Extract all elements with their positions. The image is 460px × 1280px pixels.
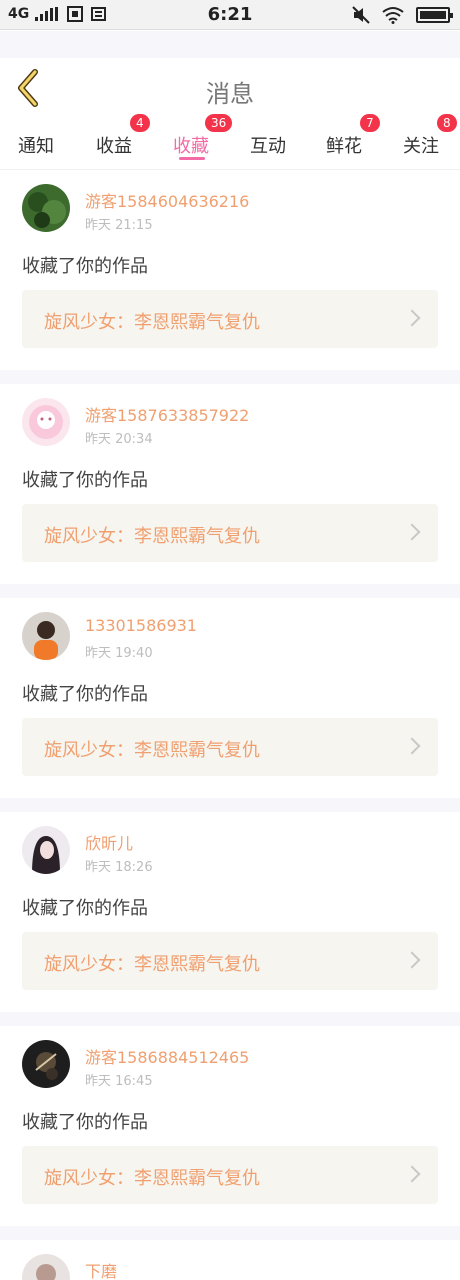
work-link[interactable]: 旋风少女：李恩熙霸气复仇 [22, 290, 438, 348]
work-title: 旋风少女：李恩熙霸气复仇 [44, 740, 260, 761]
avatar[interactable] [22, 184, 70, 232]
work-link[interactable]: 旋风少女：李恩熙霸气复仇 [22, 1146, 438, 1204]
mute-icon [352, 6, 370, 24]
chevron-right-icon [403, 523, 421, 541]
tab-active-indicator [179, 157, 205, 160]
avatar[interactable] [22, 612, 70, 660]
tab-follows-badge: 8 [437, 114, 457, 132]
chevron-right-icon [403, 1165, 421, 1183]
work-link[interactable]: 旋风少女：李恩熙霸气复仇 [22, 932, 438, 990]
message-card: 游客1587633857922 昨天 20:34 收藏了你的作品 旋风少女：李恩… [0, 384, 460, 584]
message-card: 游客1584604636216 昨天 21:15 收藏了你的作品 旋风少女：李恩… [0, 170, 460, 370]
message-action: 收藏了你的作品 [22, 256, 148, 277]
chevron-right-icon [403, 951, 421, 969]
message-card: 下磨 [0, 1240, 460, 1280]
chevron-right-icon [403, 737, 421, 755]
battery-icon [416, 7, 453, 23]
message-time: 昨天 21:15 [85, 218, 153, 233]
message-card: 欣昕儿 昨天 18:26 收藏了你的作品 旋风少女：李恩熙霸气复仇 [0, 812, 460, 1012]
status-right [352, 6, 453, 24]
page-header: 消息 [0, 58, 460, 120]
status-bar: 4G 6:21 [0, 0, 460, 30]
avatar[interactable] [22, 826, 70, 874]
message-time: 昨天 20:34 [85, 432, 153, 447]
work-title: 旋风少女：李恩熙霸气复仇 [44, 312, 260, 333]
message-action: 收藏了你的作品 [22, 470, 148, 491]
user-name[interactable]: 欣昕儿 [85, 830, 133, 854]
avatar[interactable] [22, 398, 70, 446]
card-divider [0, 798, 460, 812]
wifi-icon [382, 7, 404, 24]
user-name[interactable]: 13301586931 [85, 616, 197, 635]
message-time: 昨天 16:45 [85, 1074, 153, 1089]
message-card: 13301586931 昨天 19:40 收藏了你的作品 旋风少女：李恩熙霸气复… [0, 598, 460, 798]
tab-notifications[interactable]: 通知 [18, 132, 54, 158]
avatar[interactable] [22, 1254, 70, 1280]
user-name[interactable]: 游客1587633857922 [85, 402, 249, 426]
top-spacer [0, 31, 460, 58]
tab-earnings-badge: 4 [130, 114, 150, 132]
chevron-right-icon [403, 309, 421, 327]
card-divider [0, 370, 460, 384]
user-name[interactable]: 游客1586884512465 [85, 1044, 249, 1068]
work-title: 旋风少女：李恩熙霸气复仇 [44, 1168, 260, 1189]
work-link[interactable]: 旋风少女：李恩熙霸气复仇 [22, 718, 438, 776]
work-link[interactable]: 旋风少女：李恩熙霸气复仇 [22, 504, 438, 562]
tab-follows[interactable]: 关注 [403, 132, 439, 158]
avatar[interactable] [22, 1040, 70, 1088]
message-action: 收藏了你的作品 [22, 1112, 148, 1133]
work-title: 旋风少女：李恩熙霸气复仇 [44, 954, 260, 975]
tab-earnings[interactable]: 收益 [96, 132, 132, 158]
work-title: 旋风少女：李恩熙霸气复仇 [44, 526, 260, 547]
message-card: 游客1586884512465 昨天 16:45 收藏了你的作品 旋风少女：李恩… [0, 1026, 460, 1226]
tab-favorites[interactable]: 收藏 [173, 132, 209, 158]
user-name[interactable]: 下磨 [85, 1258, 117, 1280]
card-divider [0, 1012, 460, 1026]
tab-favorites-badge: 36 [205, 114, 233, 132]
message-time: 昨天 18:26 [85, 860, 153, 875]
tab-flowers[interactable]: 鲜花 [326, 132, 362, 158]
page-title: 消息 [206, 80, 254, 108]
message-action: 收藏了你的作品 [22, 898, 148, 919]
card-divider [0, 1226, 460, 1240]
tab-interactions[interactable]: 互动 [250, 132, 286, 158]
message-action: 收藏了你的作品 [22, 684, 148, 705]
tab-flowers-badge: 7 [360, 114, 380, 132]
message-time: 昨天 19:40 [85, 646, 153, 661]
user-name[interactable]: 游客1584604636216 [85, 188, 249, 212]
card-divider [0, 584, 460, 598]
